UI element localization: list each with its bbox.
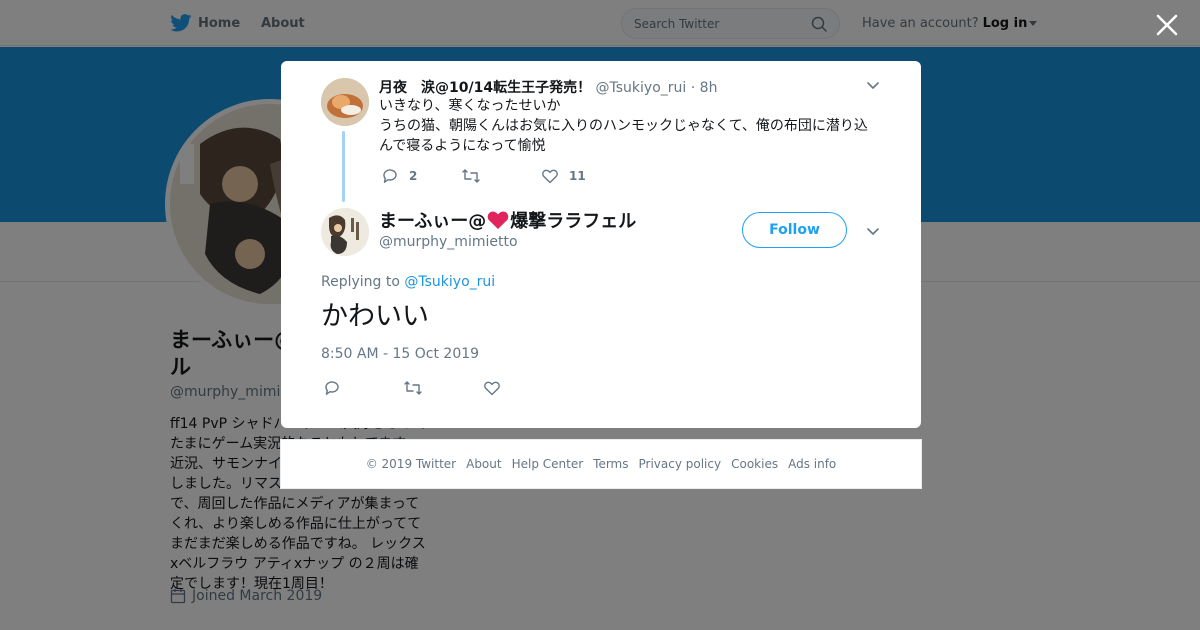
modal-footer: © 2019 Twitter About Help Center Terms P…: [280, 439, 922, 489]
footer-ads-link[interactable]: Ads info: [788, 457, 836, 471]
thread-line: [342, 131, 345, 202]
footer-about-link[interactable]: About: [466, 457, 501, 471]
footer-cookies-link[interactable]: Cookies: [731, 457, 778, 471]
parent-tweet-avatar[interactable]: [321, 78, 369, 126]
cat-avatar-image: [321, 78, 369, 126]
parent-tweet-text: いきなり、寒くなったせいか うちの猫、朝陽くんはお気に入りのハンモックじゃなくて…: [379, 96, 879, 156]
like-action[interactable]: [483, 379, 501, 397]
main-tweet-handle[interactable]: @murphy_mimietto: [379, 234, 518, 250]
parent-tweet-name[interactable]: 月夜 涙@10/14転生王子発売！: [379, 80, 591, 96]
parent-tweet-line-2: うちの猫、朝陽くんはお気に入りのハンモックじゃなくて、俺の布団に潜り込んで寝るよ…: [379, 118, 868, 154]
main-tweet-text: かわいい: [321, 301, 429, 332]
main-name-suffix: 爆撃ララフェル: [510, 211, 637, 232]
main-tweet-timestamp[interactable]: 8:50 AM - 15 Oct 2019: [321, 346, 479, 362]
chevron-down-icon[interactable]: [865, 223, 881, 239]
main-tweet-name[interactable]: まーふぃー@ 爆撃ララフェル: [379, 207, 636, 233]
footer-privacy-link[interactable]: Privacy policy: [639, 457, 722, 471]
separator-dot: ·: [690, 80, 696, 96]
reply-icon[interactable]: [323, 379, 341, 397]
replying-handle-link[interactable]: @Tsukiyo_rui: [404, 274, 495, 290]
footer-help-link[interactable]: Help Center: [512, 457, 584, 471]
main-tweet-avatar[interactable]: [321, 208, 369, 256]
heart-emoji-icon: [487, 211, 509, 229]
reply-action[interactable]: 2: [381, 167, 461, 185]
main-tweet-actions: [323, 379, 501, 397]
replying-to: Replying to @Tsukiyo_rui: [321, 274, 495, 290]
replying-prefix: Replying to: [321, 274, 400, 290]
retweet-icon[interactable]: [403, 379, 423, 397]
parent-tweet-line-1: いきなり、寒くなったせいか: [379, 98, 561, 114]
reply-action[interactable]: [323, 379, 403, 397]
close-icon[interactable]: [1154, 12, 1180, 38]
parent-tweet-header: 月夜 涙@10/14転生王子発売！ @Tsukiyo_rui · 8h: [379, 77, 717, 97]
like-icon[interactable]: [483, 379, 501, 397]
reply-count: 2: [409, 169, 418, 183]
main-name-prefix: まーふぃー@: [379, 211, 487, 232]
like-icon[interactable]: [541, 167, 559, 185]
retweet-action[interactable]: [461, 167, 541, 185]
footer-copyright: © 2019 Twitter: [365, 457, 457, 471]
like-count: 11: [569, 169, 586, 183]
reply-icon[interactable]: [381, 167, 399, 185]
footer-terms-link[interactable]: Terms: [593, 457, 628, 471]
like-action[interactable]: 11: [541, 167, 586, 185]
retweet-action[interactable]: [403, 379, 483, 397]
retweet-icon[interactable]: [461, 167, 481, 185]
follow-button[interactable]: Follow: [742, 212, 847, 248]
parent-tweet-time[interactable]: 8h: [700, 80, 718, 96]
main-avatar-image: [321, 208, 369, 256]
tweet-modal: 月夜 涙@10/14転生王子発売！ @Tsukiyo_rui · 8h いきなり…: [281, 61, 921, 428]
chevron-down-icon[interactable]: [865, 77, 881, 93]
parent-tweet-actions: 2 11: [381, 167, 586, 185]
parent-tweet-handle[interactable]: @Tsukiyo_rui: [596, 80, 687, 96]
